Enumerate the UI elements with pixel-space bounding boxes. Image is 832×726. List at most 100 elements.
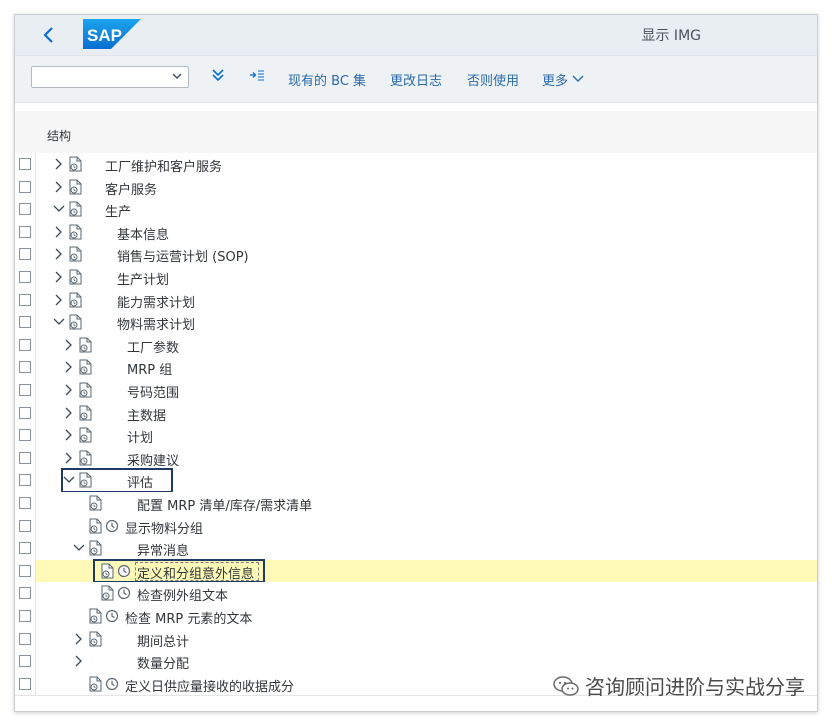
row-selector[interactable]	[15, 379, 36, 402]
row-selector[interactable]	[15, 537, 36, 560]
row-checkbox[interactable]	[19, 180, 31, 193]
chevron-right-icon[interactable]	[53, 179, 65, 195]
chevron-right-icon[interactable]	[63, 337, 75, 353]
tree-row[interactable]: 基本信息	[15, 220, 817, 245]
tree-node-label[interactable]: 主数据	[127, 405, 166, 424]
row-checkbox[interactable]	[19, 338, 31, 351]
row-selector[interactable]	[15, 424, 36, 447]
otherwise-use-button[interactable]: 否则使用	[467, 70, 519, 89]
chevron-right-icon[interactable]	[53, 292, 65, 308]
tree-row[interactable]: 号码范围	[15, 379, 817, 403]
tree-row[interactable]: 采购建议	[15, 446, 817, 471]
chevron-right-icon[interactable]	[73, 631, 85, 647]
row-checkbox[interactable]	[19, 406, 31, 419]
chevron-down-icon[interactable]	[63, 472, 75, 488]
clock-icon[interactable]	[117, 564, 131, 578]
row-checkbox[interactable]	[19, 384, 31, 396]
tree-row[interactable]: 期间总计	[15, 627, 817, 652]
tree-row[interactable]: 计划	[15, 424, 817, 448]
row-checkbox[interactable]	[19, 248, 31, 261]
more-menu-button[interactable]: 更多	[542, 70, 584, 89]
tree-row[interactable]: 主数据	[15, 401, 817, 426]
command-field[interactable]	[31, 66, 189, 88]
back-button[interactable]	[37, 23, 61, 47]
row-checkbox[interactable]	[19, 632, 31, 645]
row-checkbox[interactable]	[19, 542, 31, 555]
tree-node-label[interactable]: 显示物料分组	[125, 518, 203, 537]
tree-row[interactable]: 工厂维护和客户服务	[15, 153, 817, 177]
tree-row[interactable]: 客户服务	[15, 175, 817, 200]
tree-node-label[interactable]: 物料需求计划	[117, 314, 195, 333]
row-checkbox[interactable]	[19, 203, 31, 216]
indent-list-icon[interactable]	[249, 69, 265, 81]
chevron-right-icon[interactable]	[73, 653, 85, 669]
row-selector[interactable]	[15, 333, 36, 357]
tree-node-label[interactable]: 客户服务	[105, 179, 157, 198]
tree-row[interactable]: 检查例外组文本	[15, 582, 817, 606]
tree-node-label[interactable]: 采购建议	[127, 450, 179, 469]
row-selector[interactable]	[15, 582, 36, 605]
tree-row[interactable]: 销售与运营计划 (SOP)	[15, 243, 817, 267]
chevron-right-icon[interactable]	[63, 359, 75, 375]
tree-node-label[interactable]: 配置 MRP 清单/库存/需求清单	[137, 495, 312, 514]
clock-icon[interactable]	[105, 677, 119, 691]
tree-node-label[interactable]: 异常消息	[137, 540, 189, 559]
row-selector[interactable]	[15, 243, 36, 266]
tree-row[interactable]: MRP 组	[15, 356, 817, 380]
chevron-right-icon[interactable]	[53, 156, 65, 172]
row-checkbox[interactable]	[19, 451, 31, 464]
row-selector[interactable]	[15, 650, 36, 673]
row-selector[interactable]	[15, 605, 36, 628]
tree-row[interactable]: 显示物料分组	[15, 514, 817, 539]
row-checkbox[interactable]	[19, 677, 31, 690]
row-selector[interactable]	[15, 266, 36, 289]
tree-node-label[interactable]: 基本信息	[117, 224, 169, 243]
tree-row[interactable]: 检查 MRP 元素的文本	[15, 605, 817, 629]
chevron-down-icon[interactable]	[73, 540, 85, 556]
tree-row[interactable]: 异常消息	[15, 537, 817, 561]
row-checkbox[interactable]	[19, 474, 31, 487]
tree-node-label[interactable]: 能力需求计划	[117, 292, 195, 311]
row-checkbox[interactable]	[19, 655, 31, 668]
existing-bc-sets-button[interactable]: 现有的 BC 集	[288, 70, 366, 89]
tree-node-label[interactable]: MRP 组	[127, 359, 172, 378]
tree-row[interactable]: 能力需求计划	[15, 288, 817, 313]
tree-row[interactable]: 配置 MRP 清单/库存/需求清单	[15, 492, 817, 516]
tree-node-label[interactable]: 销售与运营计划 (SOP)	[117, 246, 249, 265]
chevron-right-icon[interactable]	[63, 382, 75, 398]
double-chevron-down-icon[interactable]	[211, 67, 225, 83]
tree-node-label[interactable]: 检查例外组文本	[137, 585, 228, 604]
tree-row[interactable]: 工厂参数	[15, 333, 817, 358]
chevron-down-icon[interactable]	[172, 70, 182, 82]
tree-row[interactable]: 生产	[15, 198, 817, 222]
row-checkbox[interactable]	[19, 610, 31, 622]
tree-node-label[interactable]: 工厂维护和客户服务	[105, 156, 222, 175]
row-selector[interactable]	[15, 627, 36, 651]
tree-node-label[interactable]: 定义日供应量接收的收据成分	[125, 676, 294, 695]
tree-row[interactable]: 定义和分组意外信息	[15, 558, 817, 584]
row-selector[interactable]	[15, 220, 36, 244]
tree-node-label[interactable]: 检查 MRP 元素的文本	[125, 608, 252, 627]
tree-node-label[interactable]: 生产	[105, 201, 131, 220]
tree-row[interactable]: 物料需求计划	[15, 311, 817, 335]
row-checkbox[interactable]	[19, 587, 31, 600]
clock-icon[interactable]	[105, 609, 119, 623]
row-checkbox[interactable]	[19, 564, 31, 577]
clock-icon[interactable]	[117, 586, 131, 600]
row-selector[interactable]	[15, 311, 36, 334]
row-checkbox[interactable]	[19, 271, 31, 283]
row-selector[interactable]	[15, 175, 36, 199]
row-checkbox[interactable]	[19, 316, 31, 329]
row-selector[interactable]	[15, 401, 36, 425]
row-selector[interactable]	[15, 672, 36, 696]
tree-node-label[interactable]: 定义和分组意外信息	[137, 563, 254, 582]
tree-node-label[interactable]: 计划	[127, 427, 153, 446]
tree-node-label[interactable]: 号码范围	[127, 382, 179, 401]
row-checkbox[interactable]	[19, 225, 31, 238]
tree-node-label[interactable]: 期间总计	[137, 631, 189, 650]
row-selector[interactable]	[15, 446, 36, 470]
row-selector[interactable]	[15, 492, 36, 515]
row-selector[interactable]	[15, 198, 36, 221]
row-checkbox[interactable]	[19, 293, 31, 306]
chevron-right-icon[interactable]	[63, 405, 75, 421]
